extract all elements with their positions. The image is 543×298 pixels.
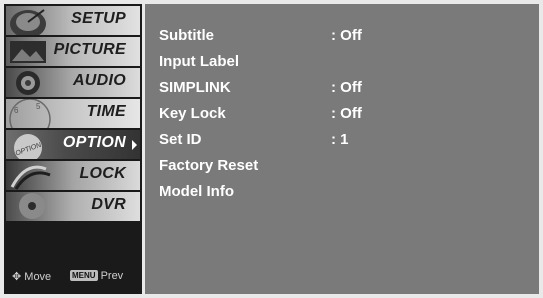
sidebar-item-label: AUDIO	[72, 72, 126, 89]
sidebar-item-picture[interactable]: PICTURE	[6, 37, 140, 66]
option-name: Set ID	[159, 131, 202, 148]
option-value: : Off	[331, 79, 362, 96]
sidebar-item-setup[interactable]: SETUP	[6, 6, 140, 35]
sidebar-item-time[interactable]: 6 5 TIME	[6, 99, 140, 128]
sidebar-item-dvr[interactable]: DVR	[6, 192, 140, 221]
prev-hint: MENU Prev	[70, 270, 123, 282]
sidebar-item-label: TIME	[86, 103, 126, 120]
option-row-factory-reset[interactable]: Factory Reset	[159, 154, 519, 178]
option-name: Key Lock	[159, 105, 226, 122]
option-name: Model Info	[159, 183, 234, 200]
sidebar-item-label: PICTURE	[53, 41, 126, 58]
osd-menu: SETUP PICTURE AUDIO 6 5 TIME OPTION OPTI…	[0, 0, 543, 298]
sidebar-item-audio[interactable]: AUDIO	[6, 68, 140, 97]
option-row-subtitle[interactable]: Subtitle : Off	[159, 24, 519, 48]
option-row-set-id[interactable]: Set ID : 1	[159, 128, 519, 152]
move-hint: ✥ Move	[12, 270, 51, 283]
option-name: Subtitle	[159, 27, 214, 44]
sidebar-item-label: DVR	[91, 196, 126, 213]
option-panel: Subtitle : Off Input Label SIMPLINK : Of…	[145, 4, 539, 294]
sidebar-item-label: SETUP	[71, 10, 126, 27]
menu-key-icon: MENU	[70, 270, 98, 281]
option-value: : 1	[331, 131, 349, 148]
category-sidebar: SETUP PICTURE AUDIO 6 5 TIME OPTION OPTI…	[4, 4, 142, 294]
svg-text:5: 5	[36, 102, 41, 111]
option-row-model-info[interactable]: Model Info	[159, 180, 519, 204]
move-arrows-icon: ✥	[12, 271, 22, 283]
option-name: SIMPLINK	[159, 79, 231, 96]
option-value: : Off	[331, 27, 362, 44]
sidebar-item-label: OPTION	[62, 134, 126, 151]
option-row-input-label[interactable]: Input Label	[159, 50, 519, 74]
svg-text:6: 6	[14, 106, 19, 115]
option-value: : Off	[331, 105, 362, 122]
sidebar-item-lock[interactable]: LOCK	[6, 161, 140, 190]
option-name: Input Label	[159, 53, 239, 70]
sidebar-item-option[interactable]: OPTION OPTION	[6, 130, 140, 159]
sidebar-item-label: LOCK	[79, 165, 126, 182]
option-row-simplink[interactable]: SIMPLINK : Off	[159, 76, 519, 100]
option-row-key-lock[interactable]: Key Lock : Off	[159, 102, 519, 126]
chevron-right-icon	[132, 140, 137, 150]
option-name: Factory Reset	[159, 157, 259, 174]
prev-hint-label: Prev	[100, 270, 124, 282]
move-hint-label: Move	[24, 271, 52, 283]
